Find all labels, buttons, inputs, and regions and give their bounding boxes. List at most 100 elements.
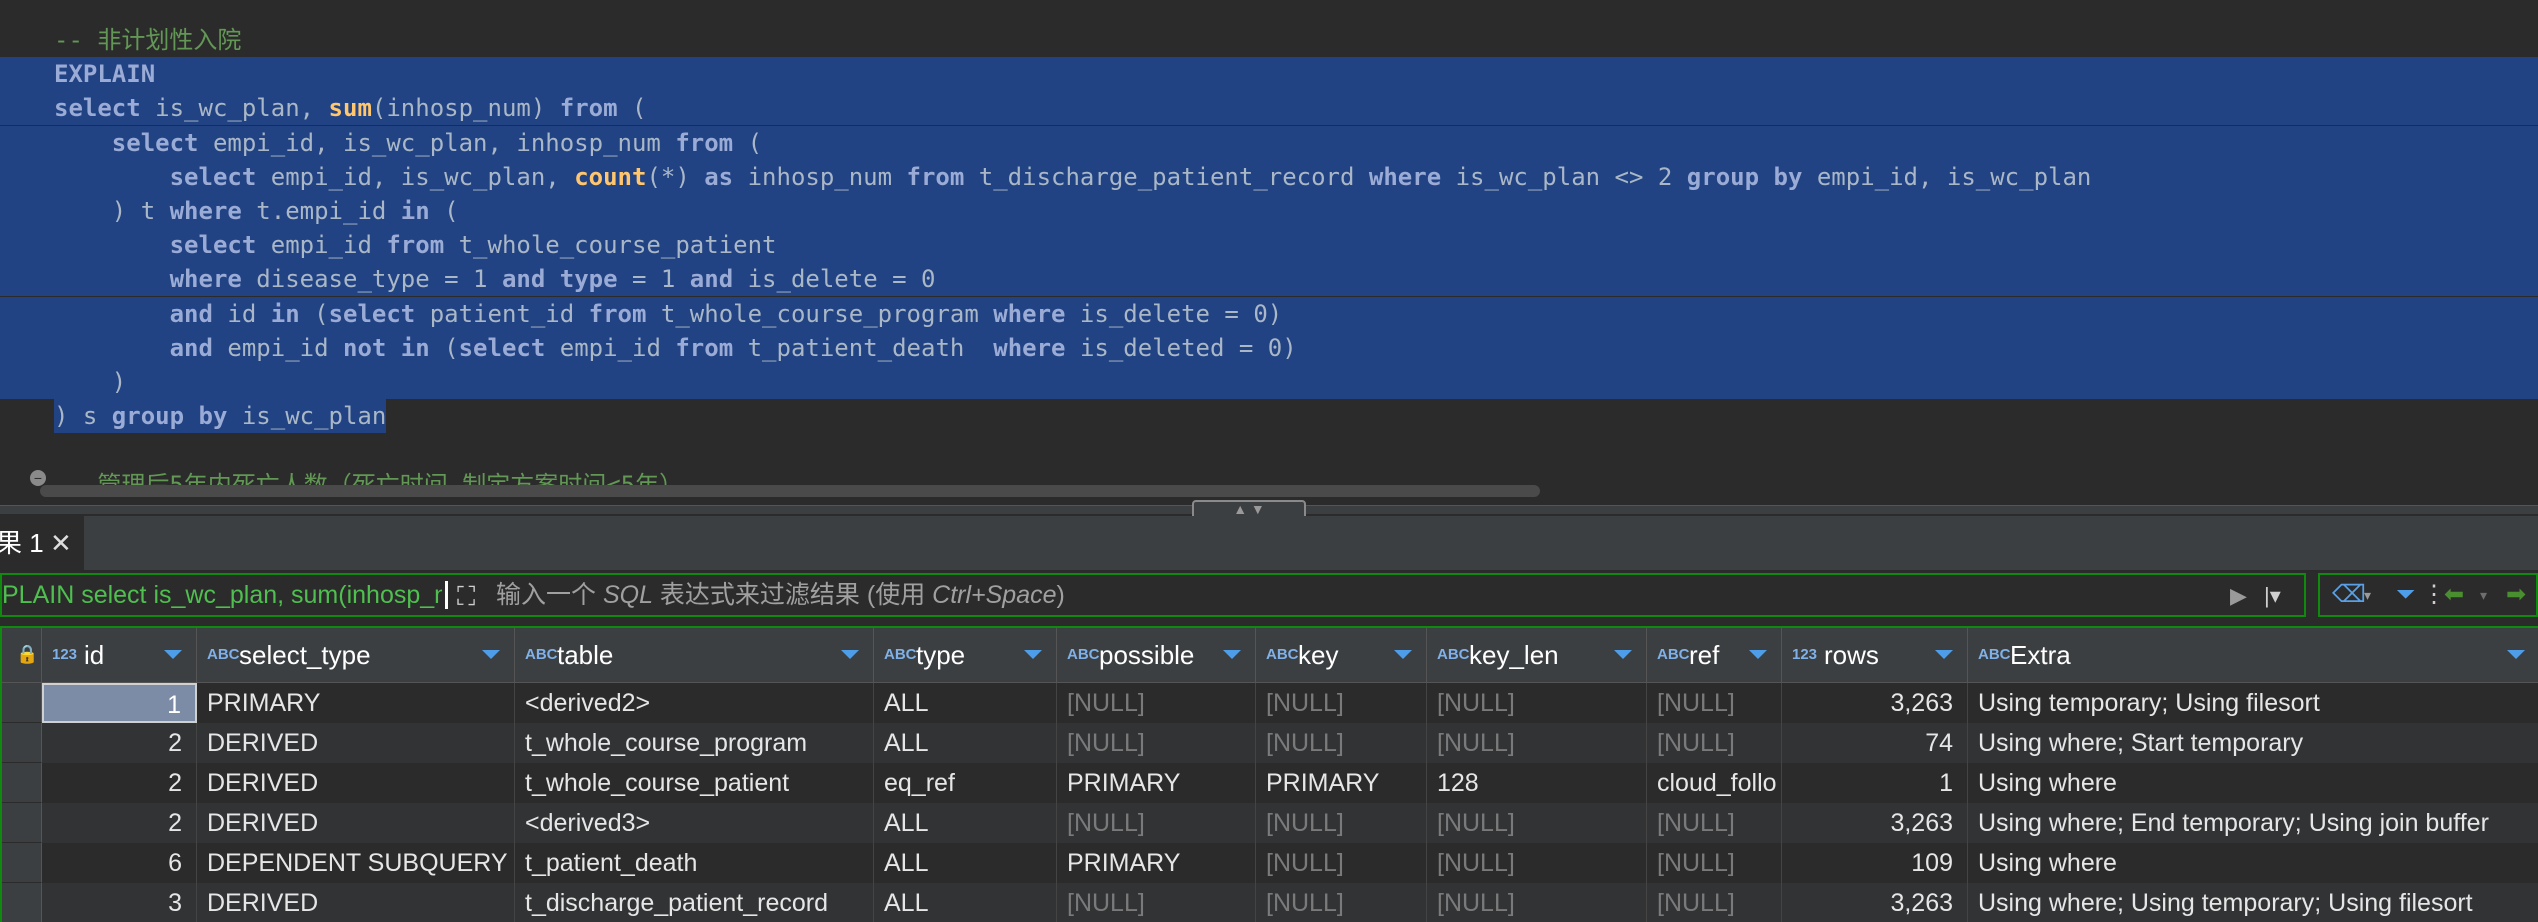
table-cell[interactable]: 2 xyxy=(42,763,197,803)
table-cell[interactable]: ALL xyxy=(874,803,1057,843)
column-header-id[interactable]: 123 id xyxy=(42,628,197,682)
row-header[interactable] xyxy=(2,843,42,883)
table-cell[interactable]: DERIVED xyxy=(197,803,515,843)
sort-icon[interactable] xyxy=(164,650,182,659)
sort-icon[interactable] xyxy=(841,650,859,659)
table-cell[interactable]: DEPENDENT SUBQUERY xyxy=(197,843,515,883)
table-cell[interactable]: [NULL] xyxy=(1427,883,1647,922)
sort-icon[interactable] xyxy=(2507,650,2525,659)
table-row[interactable]: 6 DEPENDENT SUBQUERY t_patient_death ALL PRI… xyxy=(2,843,2538,883)
table-cell[interactable]: [NULL] xyxy=(1427,803,1647,843)
back-arrow-icon[interactable]: ⬅ xyxy=(2444,579,2464,611)
forward-arrow-icon[interactable]: ➡ xyxy=(2506,579,2526,611)
column-header-rows[interactable]: 123 rows xyxy=(1782,628,1968,682)
table-cell[interactable]: [NULL] xyxy=(1256,803,1427,843)
table-cell[interactable]: Using where; Using temporary; Using file… xyxy=(1968,883,2538,922)
results-grid[interactable]: 🔒 123 id ABC select_type ABC table ABC type ABC p… xyxy=(0,626,2538,922)
table-cell[interactable]: 74 xyxy=(1782,723,1968,763)
row-header[interactable] xyxy=(2,763,42,803)
funnel-icon[interactable]: ⏷ xyxy=(2396,579,2415,611)
table-cell[interactable]: [NULL] xyxy=(1057,803,1256,843)
tab-result-1[interactable]: 果 1 ✕ xyxy=(0,516,84,570)
expand-icon[interactable]: ⛶ xyxy=(457,581,487,611)
table-cell[interactable]: t_patient_death xyxy=(515,843,874,883)
table-cell[interactable]: PRIMARY xyxy=(197,683,515,723)
horizontal-scrollbar[interactable] xyxy=(40,485,1540,497)
table-cell[interactable]: PRIMARY xyxy=(1057,763,1256,803)
table-cell[interactable]: PRIMARY xyxy=(1256,763,1427,803)
column-header-ref[interactable]: ABC ref xyxy=(1647,628,1782,682)
row-header[interactable] xyxy=(2,803,42,843)
table-cell[interactable]: [NULL] xyxy=(1256,723,1427,763)
table-row[interactable]: 3 DERIVED t_discharge_patient_record ALL [NU… xyxy=(2,883,2538,922)
table-cell[interactable]: Using where xyxy=(1968,763,2538,803)
table-cell[interactable]: ALL xyxy=(874,883,1057,922)
sort-icon[interactable] xyxy=(1024,650,1042,659)
table-cell[interactable]: [NULL] xyxy=(1057,723,1256,763)
table-cell[interactable]: [NULL] xyxy=(1427,843,1647,883)
table-cell[interactable]: 1 xyxy=(1782,763,1968,803)
table-cell[interactable]: <derived3> xyxy=(515,803,874,843)
column-header-key_len[interactable]: ABC key_len xyxy=(1427,628,1647,682)
sort-icon[interactable] xyxy=(1394,650,1412,659)
fold-icon[interactable]: − xyxy=(30,470,46,486)
table-cell[interactable]: 2 xyxy=(42,803,197,843)
table-cell[interactable]: 3,263 xyxy=(1782,883,1968,922)
table-cell[interactable]: [NULL] xyxy=(1256,883,1427,922)
chevron-down-icon[interactable]: ▾ xyxy=(2480,579,2487,611)
table-cell[interactable]: 3,263 xyxy=(1782,683,1968,723)
table-row[interactable]: 1 PRIMARY <derived2> ALL [NULL] [NULL] [NULL][… xyxy=(2,683,2538,723)
column-header-possible[interactable]: ABC possible xyxy=(1057,628,1256,682)
table-cell[interactable]: [NULL] xyxy=(1057,883,1256,922)
table-cell[interactable]: PRIMARY xyxy=(1057,843,1256,883)
filter-history-icon[interactable]: |▾ xyxy=(2264,581,2281,611)
table-cell[interactable]: [NULL] xyxy=(1647,683,1782,723)
table-cell[interactable]: ALL xyxy=(874,683,1057,723)
table-cell[interactable]: DERIVED xyxy=(197,883,515,922)
table-cell[interactable]: Using where; End temporary; Using join b… xyxy=(1968,803,2538,843)
sort-icon[interactable] xyxy=(1749,650,1767,659)
table-cell[interactable]: 109 xyxy=(1782,843,1968,883)
table-cell[interactable]: [NULL] xyxy=(1647,723,1782,763)
table-cell[interactable]: Using where xyxy=(1968,843,2538,883)
table-cell[interactable]: [NULL] xyxy=(1427,683,1647,723)
table-cell[interactable]: t_whole_course_program xyxy=(515,723,874,763)
column-header-table[interactable]: ABC table xyxy=(515,628,874,682)
column-header-type[interactable]: ABC type xyxy=(874,628,1057,682)
table-row[interactable]: 2 DERIVED t_whole_course_program ALL [NULL][… xyxy=(2,723,2538,763)
table-cell[interactable]: cloud_follo xyxy=(1647,763,1782,803)
column-header-Extra[interactable]: ABC Extra xyxy=(1968,628,2538,682)
column-header-select_type[interactable]: ABC select_type xyxy=(197,628,515,682)
table-cell[interactable]: 1 xyxy=(42,683,197,723)
table-cell[interactable]: 6 xyxy=(42,843,197,883)
table-cell[interactable]: 3,263 xyxy=(1782,803,1968,843)
table-cell[interactable]: t_whole_course_patient xyxy=(515,763,874,803)
column-header-key[interactable]: ABC key xyxy=(1256,628,1427,682)
table-cell[interactable]: 2 xyxy=(42,723,197,763)
apply-filter-icon[interactable]: ▶ xyxy=(2230,581,2247,611)
row-header[interactable] xyxy=(2,723,42,763)
table-cell[interactable]: [NULL] xyxy=(1256,843,1427,883)
table-cell[interactable]: ALL xyxy=(874,723,1057,763)
eraser-icon[interactable]: ⌫ xyxy=(2332,579,2366,611)
table-cell[interactable]: t_discharge_patient_record xyxy=(515,883,874,922)
sort-icon[interactable] xyxy=(1223,650,1241,659)
table-cell[interactable]: ALL xyxy=(874,843,1057,883)
table-cell[interactable]: [NULL] xyxy=(1647,883,1782,922)
table-cell[interactable]: [NULL] xyxy=(1057,683,1256,723)
row-header[interactable] xyxy=(2,683,42,723)
row-header-corner[interactable]: 🔒 xyxy=(2,628,42,682)
table-cell[interactable]: Using where; Start temporary xyxy=(1968,723,2538,763)
table-cell[interactable]: 3 xyxy=(42,883,197,922)
table-cell[interactable]: [NULL] xyxy=(1256,683,1427,723)
row-header[interactable] xyxy=(2,883,42,922)
sql-editor[interactable]: -- 非计划性入院 EXPLAIN select is_wc_plan, sum(i… xyxy=(0,0,2538,505)
more-icon[interactable]: ⋮ xyxy=(2422,579,2446,611)
table-cell[interactable]: <derived2> xyxy=(515,683,874,723)
table-row[interactable]: 2 DERIVED <derived3> ALL [NULL] [NULL] [NULL][… xyxy=(2,803,2538,843)
sort-icon[interactable] xyxy=(1614,650,1632,659)
table-cell[interactable]: [NULL] xyxy=(1647,843,1782,883)
filter-input[interactable]: PLAIN select is_wc_plan, sum(inhosp_num)… xyxy=(0,573,2306,617)
table-cell[interactable]: eq_ref xyxy=(874,763,1057,803)
table-cell[interactable]: 128 xyxy=(1427,763,1647,803)
